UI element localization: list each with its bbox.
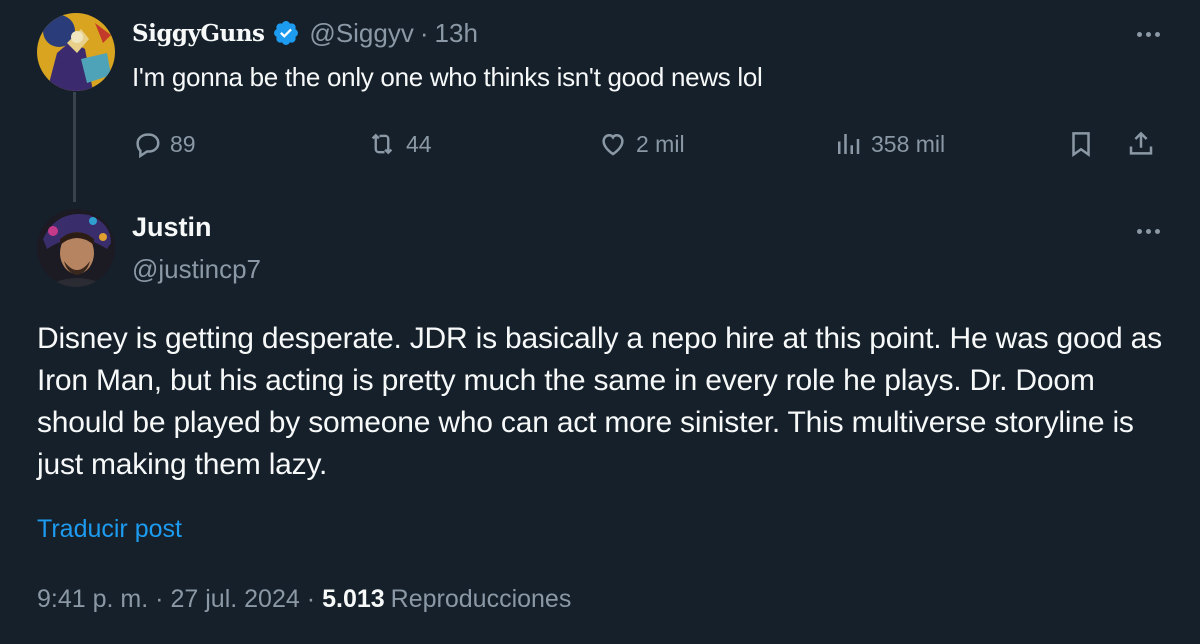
reply-header: SiggyGuns @Siggyv · 13h: [132, 16, 478, 50]
repost-icon: [371, 133, 393, 155]
comment-icon: [136, 133, 160, 159]
repost-count: 44: [406, 130, 432, 157]
tweet-date[interactable]: 27 jul. 2024: [171, 585, 300, 614]
tweet-metadata: 9:41 p. m. · 27 jul. 2024 · 5.013 Reprod…: [37, 585, 571, 614]
separator-dot: ·: [419, 17, 429, 48]
like-count: 2 mil: [636, 130, 685, 157]
reply-more-options-icon[interactable]: [1137, 32, 1160, 37]
reply-handle[interactable]: @Siggyv: [309, 18, 413, 49]
like-button[interactable]: 2 mil: [598, 126, 685, 162]
heart-icon: [602, 133, 624, 156]
views-count: 358 mil: [871, 130, 946, 157]
avatar-siggyguns[interactable]: [37, 13, 115, 91]
views-button[interactable]: 358 mil: [833, 126, 945, 162]
tweet-more-options-icon[interactable]: [1137, 229, 1160, 234]
tweet-thread: SiggyGuns @Siggyv · 13h I'm gonna be the…: [0, 0, 1200, 644]
tweet-views-count: 5.013: [322, 585, 385, 613]
verified-badge-icon: [272, 19, 300, 47]
bookmark-icon: [1072, 132, 1090, 158]
analytics-icon: [838, 134, 860, 154]
thread-connector-line: [73, 92, 76, 202]
repost-button[interactable]: 44: [366, 126, 432, 162]
share-icon: [1129, 131, 1153, 155]
tweet-views-label: Reproducciones: [390, 585, 572, 613]
bookmark-button[interactable]: [1066, 126, 1096, 162]
separator-dot: ·: [155, 585, 164, 613]
tweet-display-name[interactable]: Justin: [132, 212, 212, 243]
reply-display-name[interactable]: SiggyGuns: [132, 20, 265, 47]
separator-dot: ·: [306, 585, 316, 613]
tweet-time[interactable]: 9:41 p. m.: [37, 585, 148, 614]
share-button[interactable]: [1126, 126, 1156, 162]
reply-count: 89: [170, 130, 196, 157]
tweet-handle[interactable]: @justincp7: [132, 254, 261, 285]
translate-post-link[interactable]: Traducir post: [37, 515, 182, 544]
tweet-text: Disney is getting desperate. JDR is basi…: [37, 322, 1162, 481]
reply-timestamp[interactable]: 13h: [435, 18, 478, 49]
reply-text: I'm gonna be the only one who thinks isn…: [132, 62, 763, 92]
avatar-justin[interactable]: [37, 209, 115, 287]
reply-button[interactable]: 89: [132, 126, 196, 162]
